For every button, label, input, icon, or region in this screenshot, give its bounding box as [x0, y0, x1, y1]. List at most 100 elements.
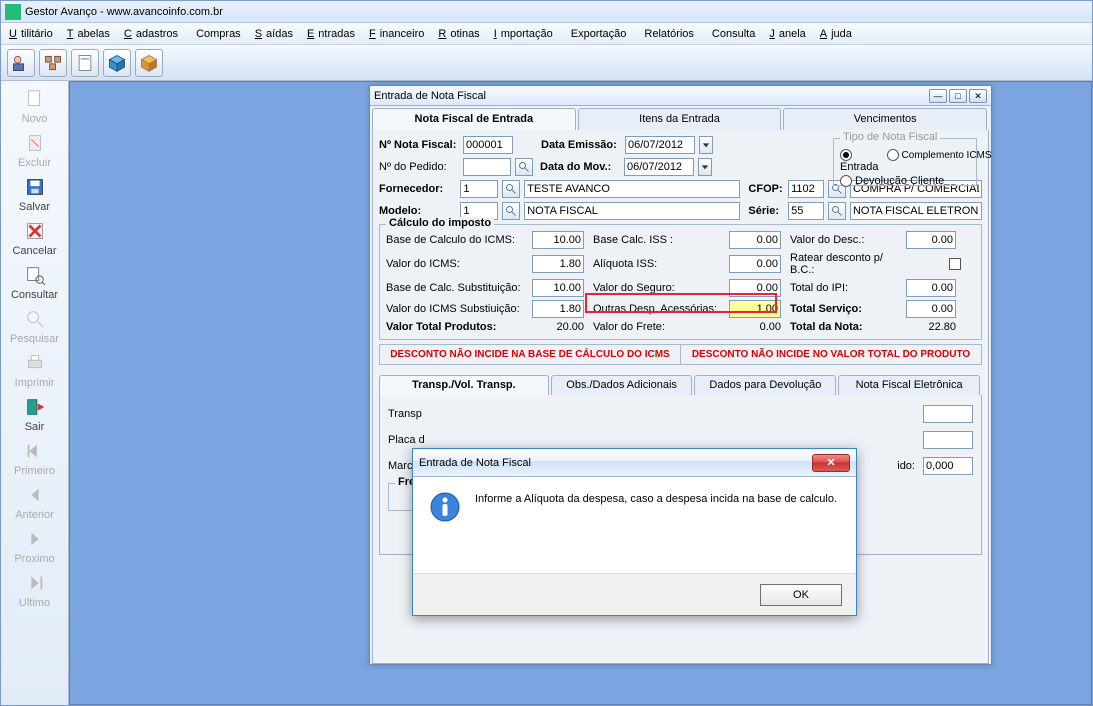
transp-right-input[interactable]	[923, 405, 973, 423]
modelo-nome-input[interactable]	[524, 202, 740, 220]
subtab-obs[interactable]: Obs./Dados Adicionais	[551, 375, 693, 395]
pedido-input[interactable]	[463, 158, 511, 176]
subtab-transp[interactable]: Transp./Vol. Transp.	[379, 375, 549, 395]
lt-pesquisar[interactable]: Pesquisar	[5, 307, 65, 345]
desc-label: Valor do Desc.:	[790, 234, 900, 246]
fornecedor-nome-input[interactable]	[524, 180, 740, 198]
menu-rotinas[interactable]: Rotinas	[434, 26, 487, 42]
serv-input[interactable]	[906, 300, 956, 318]
tb-btn-cube2-icon[interactable]	[135, 49, 163, 77]
serie-lookup[interactable]	[828, 202, 846, 220]
menu-saidas[interactable]: Saídas	[251, 26, 301, 42]
ipi-input[interactable]	[906, 279, 956, 297]
fornecedor-lookup[interactable]	[502, 180, 520, 198]
next-icon	[23, 527, 47, 551]
cfop-cod-input[interactable]	[788, 180, 824, 198]
liquido-input[interactable]	[923, 457, 973, 475]
modal-close-button[interactable]: ✕	[812, 454, 850, 472]
menu-cadastros[interactable]: Cadastros	[120, 26, 186, 42]
serie-nome-input[interactable]	[850, 202, 982, 220]
app-title: Gestor Avanço - www.avancoinfo.com.br	[25, 6, 223, 18]
base-sub-input[interactable]	[532, 279, 584, 297]
menu-janela[interactable]: Janela	[765, 26, 813, 42]
cancel-icon	[23, 219, 47, 243]
modal-ok-button[interactable]: OK	[760, 584, 842, 606]
menu-consulta[interactable]: Consulta	[704, 26, 763, 42]
tb-btn-cube1-icon[interactable]	[103, 49, 131, 77]
pedido-lookup[interactable]	[515, 158, 533, 176]
lt-primeiro[interactable]: Primeiro	[5, 439, 65, 477]
ratear-checkbox[interactable]	[906, 258, 961, 270]
tab-nota-fiscal[interactable]: Nota Fiscal de Entrada	[372, 108, 576, 130]
aliq-iss-label: Alíquota ISS:	[593, 258, 723, 270]
tb-btn-org-icon[interactable]	[39, 49, 67, 77]
ipi-label: Total do IPI:	[790, 282, 900, 294]
lt-proximo[interactable]: Proximo	[5, 527, 65, 565]
form-subtabstrip: Transp./Vol. Transp. Obs./Dados Adiciona…	[379, 375, 982, 395]
nota-fiscal-input[interactable]	[463, 136, 513, 154]
total-nota-label: Total da Nota:	[790, 321, 900, 333]
subtab-nfe[interactable]: Nota Fiscal Eletrônica	[838, 375, 980, 395]
mov-input[interactable]	[624, 158, 694, 176]
lt-imprimir[interactable]: Imprimir	[5, 351, 65, 389]
radio-entrada[interactable]: Entrada	[840, 149, 879, 173]
fornecedor-cod-input[interactable]	[460, 180, 498, 198]
emissao-dropdown-icon[interactable]	[699, 136, 713, 154]
modal-footer: OK	[413, 573, 856, 615]
subtab-devolucao[interactable]: Dados para Devolução	[694, 375, 836, 395]
form-min-button[interactable]: —	[929, 89, 947, 103]
base-iss-input[interactable]	[729, 231, 781, 249]
menu-entradas[interactable]: Entradas	[303, 26, 363, 42]
search-icon	[23, 307, 47, 331]
lt-anterior[interactable]: Anterior	[5, 483, 65, 521]
menu-exportacao[interactable]: Exportação	[563, 26, 635, 42]
aliq-iss-input[interactable]	[729, 255, 781, 273]
tab-itens[interactable]: Itens da Entrada	[578, 108, 782, 130]
radio-complemento[interactable]: Complemento ICMS	[887, 149, 992, 173]
tb-btn-document-icon[interactable]	[71, 49, 99, 77]
menu-ajuda[interactable]: Ajuda	[816, 26, 860, 42]
modelo-lookup[interactable]	[502, 202, 520, 220]
lt-novo[interactable]: Novo	[5, 87, 65, 125]
valor-icms-input[interactable]	[532, 255, 584, 273]
menu-importacao[interactable]: Importação	[490, 26, 561, 42]
modal-text: Informe a Alíquota da despesa, caso a de…	[475, 491, 840, 523]
menu-tabelas[interactable]: Tabelas	[63, 26, 118, 42]
search-list-icon	[23, 263, 47, 287]
menu-bar[interactable]: Utilitário Tabelas Cadastros Compras Saí…	[1, 23, 1092, 45]
mov-dropdown-icon[interactable]	[698, 158, 712, 176]
lt-ultimo[interactable]: Ultimo	[5, 571, 65, 609]
total-prod-label: Valor Total Produtos:	[386, 321, 526, 333]
valor-sub-input[interactable]	[532, 300, 584, 318]
tb-btn-user1-icon[interactable]	[7, 49, 35, 77]
menu-compras[interactable]: Compras	[188, 26, 249, 42]
menu-financeiro[interactable]: Financeiro	[365, 26, 432, 42]
lt-salvar[interactable]: Salvar	[5, 175, 65, 213]
frete-label: Valor do Frete:	[593, 321, 723, 333]
desconto-banner: DESCONTO NÃO INCIDE NA BASE DE CÁLCULO D…	[379, 344, 982, 365]
lt-cancelar[interactable]: Cancelar	[5, 219, 65, 257]
menu-utilitario[interactable]: Utilitário	[5, 26, 61, 42]
form-titlebar[interactable]: Entrada de Nota Fiscal — □ ✕	[370, 86, 991, 106]
modal-dialog: Entrada de Nota Fiscal ✕ Informe a Alíqu…	[412, 448, 857, 616]
form-close-button[interactable]: ✕	[969, 89, 987, 103]
placa-right-input[interactable]	[923, 431, 973, 449]
emissao-input[interactable]	[625, 136, 695, 154]
form-max-button[interactable]: □	[949, 89, 967, 103]
modal-titlebar[interactable]: Entrada de Nota Fiscal ✕	[413, 449, 856, 477]
radio-devolucao[interactable]: Devolução Cliente	[840, 175, 944, 187]
desc-input[interactable]	[906, 231, 956, 249]
base-icms-input[interactable]	[532, 231, 584, 249]
liquido-label: ido:	[897, 460, 915, 472]
serie-cod-input[interactable]	[788, 202, 824, 220]
base-iss-label: Base Calc. ISS :	[593, 234, 723, 246]
lt-consultar[interactable]: Consultar	[5, 263, 65, 301]
serv-label: Total Serviço:	[790, 303, 900, 315]
lt-sair[interactable]: Sair	[5, 395, 65, 433]
menu-relatorios[interactable]: Relatórios	[636, 26, 702, 42]
lt-excluir[interactable]: Excluir	[5, 131, 65, 169]
save-icon	[23, 175, 47, 199]
tab-vencimentos[interactable]: Vencimentos	[783, 108, 987, 130]
tipo-nf-group: Tipo de Nota Fiscal Entrada Complemento …	[833, 138, 977, 186]
outras-highlight	[585, 293, 777, 313]
